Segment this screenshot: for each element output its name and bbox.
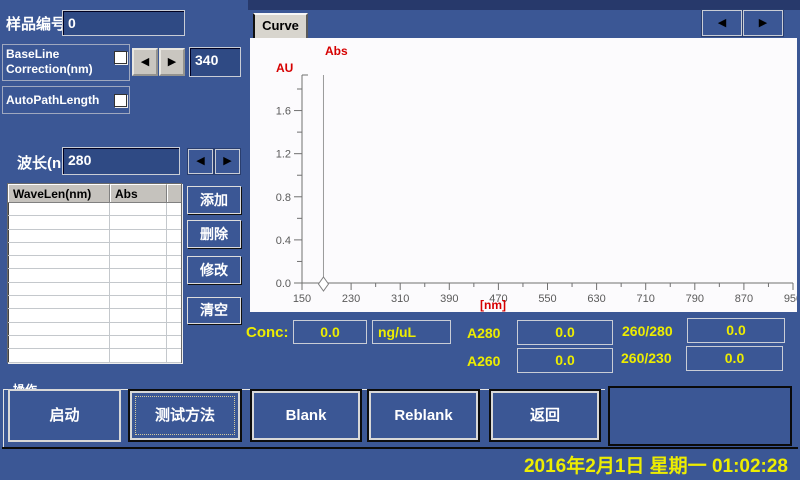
add-button[interactable]: 添加 [187,186,241,214]
table-row[interactable] [8,203,181,216]
svg-text:0.0: 0.0 [276,278,291,290]
column-header-abs: Abs [110,184,167,202]
svg-text:0.4: 0.4 [276,235,291,247]
table-row[interactable] [8,283,181,296]
wavelength-table[interactable]: WaveLen(nm) Abs [7,183,182,363]
table-row[interactable] [8,243,181,256]
table-row[interactable] [8,296,181,309]
a260-label: A260 [467,353,500,369]
a280-label: A280 [467,325,500,341]
baseline-label-line1: BaseLine [6,47,59,61]
baseline-increase-button[interactable]: ▶ [159,48,185,76]
svg-text:630: 630 [587,293,605,305]
blank-button[interactable]: Blank [250,389,362,442]
svg-text:870: 870 [735,293,753,305]
conc-value: 0.0 [293,320,367,344]
chart-panel-top-edge [248,0,800,10]
wavelength-decrease-button[interactable]: ◀ [188,149,213,174]
conc-label: Conc: [246,324,289,341]
right-arrow-icon: ▶ [168,56,176,68]
left-arrow-icon: ◀ [718,17,726,29]
autopathlength-group: AutoPathLength [2,86,130,114]
svg-text:0.8: 0.8 [276,192,291,204]
svg-text:Abs: Abs [325,44,348,58]
baseline-label-line2: Correction(nm) [6,62,93,76]
table-row[interactable] [8,216,181,229]
svg-text:150: 150 [293,293,311,305]
svg-text:1.2: 1.2 [276,149,291,161]
test-method-button[interactable]: 测试方法 [128,389,242,442]
wavelength-input[interactable]: 280 [62,147,180,175]
modify-button[interactable]: 修改 [187,256,241,284]
ratio-260-280-value: 0.0 [687,318,785,343]
left-arrow-icon: ◀ [141,56,149,68]
table-row[interactable] [8,256,181,269]
table-row[interactable] [8,309,181,322]
wavelength-increase-button[interactable]: ▶ [215,149,240,174]
left-arrow-icon: ◀ [196,155,204,167]
table-row[interactable] [8,349,181,362]
svg-text:710: 710 [637,293,655,305]
a260-value: 0.0 [517,348,613,373]
start-button[interactable]: 启动 [8,389,121,442]
empty-status-panel [608,386,792,446]
focus-ring [135,396,235,435]
datetime-display: 2016年2月1日 星期一 01:02:28 [524,451,788,478]
right-arrow-icon: ▶ [759,17,767,29]
ratio-260-230-label: 260/230 [621,350,672,366]
sample-number-label: 样品编号 [6,13,66,34]
svg-text:390: 390 [440,293,458,305]
return-button[interactable]: 返回 [489,389,601,442]
svg-text:[nm]: [nm] [480,298,506,312]
table-row[interactable] [8,323,181,336]
conc-unit: ng/uL [372,320,451,344]
wavelength-table-header: WaveLen(nm) Abs [8,184,181,203]
chart-scroll-right-button[interactable]: ▶ [743,10,783,36]
wavelength-table-body[interactable] [8,203,181,363]
ratio-260-230-value: 0.0 [686,346,783,371]
statusbar-divider [2,447,798,449]
right-arrow-icon: ▶ [223,155,231,167]
reblank-button[interactable]: Reblank [367,389,480,442]
baseline-correction-checkbox[interactable] [114,51,127,64]
svg-text:AU: AU [276,61,293,75]
column-header-wavelen: WaveLen(nm) [8,184,110,202]
svg-text:790: 790 [686,293,704,305]
svg-text:550: 550 [538,293,556,305]
baseline-decrease-button[interactable]: ◀ [132,48,158,76]
tab-curve[interactable]: Curve [253,13,308,38]
table-row[interactable] [8,269,181,282]
svg-text:310: 310 [391,293,409,305]
table-row[interactable] [8,230,181,243]
a280-value: 0.0 [517,320,613,345]
baseline-correction-group: BaseLine Correction(nm) [2,44,130,81]
ratio-260-280-label: 260/280 [622,323,673,339]
autopathlength-checkbox[interactable] [114,94,127,107]
svg-text:1.6: 1.6 [276,106,291,118]
sample-number-input[interactable]: 0 [62,10,185,36]
spectrum-chart-svg: 0.00.40.81.21.61502303103904705506307107… [250,38,797,312]
spectrum-chart: 0.00.40.81.21.61502303103904705506307107… [250,38,797,312]
autopathlength-label: AutoPathLength [3,87,129,107]
baseline-wavelength-input[interactable]: 340 [189,47,241,77]
svg-text:230: 230 [342,293,360,305]
delete-button[interactable]: 删除 [187,220,241,248]
chart-scroll-left-button[interactable]: ◀ [702,10,742,36]
svg-text:950: 950 [784,293,797,305]
table-row[interactable] [8,336,181,349]
clear-button[interactable]: 清空 [187,297,241,324]
